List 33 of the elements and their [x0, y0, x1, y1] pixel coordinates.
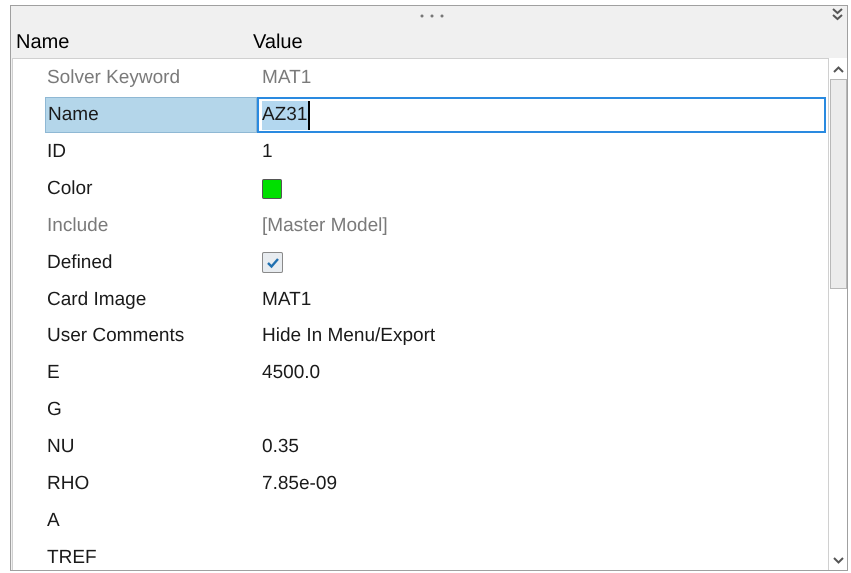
- column-header[interactable]: Value: [253, 27, 303, 57]
- grip-icon[interactable]: [419, 13, 445, 19]
- property-value: 0.35: [261, 435, 299, 460]
- property-value: 1: [261, 140, 273, 164]
- color-swatch[interactable]: [262, 179, 282, 200]
- property-name[interactable]: TREF: [45, 540, 257, 570]
- property-name[interactable]: RHO: [45, 466, 257, 502]
- scrollbar-thumb[interactable]: [830, 79, 846, 289]
- property-value: [Master Model]: [261, 214, 388, 238]
- property-name[interactable]: Defined: [45, 244, 257, 281]
- input-value: AZ31: [262, 101, 310, 130]
- column-header[interactable]: Name: [11, 27, 253, 57]
- defined-checkbox[interactable]: [262, 252, 283, 274]
- property-name[interactable]: NU: [45, 429, 257, 466]
- property-name[interactable]: Card Image: [45, 282, 257, 318]
- property-name[interactable]: Name: [45, 97, 257, 134]
- property-value: 7.85e-09: [261, 472, 338, 496]
- property-name[interactable]: A: [45, 503, 257, 540]
- property-name[interactable]: E: [45, 356, 257, 392]
- name-input-field[interactable]: AZ31: [257, 97, 826, 134]
- property-name[interactable]: Color: [45, 171, 257, 208]
- property-name[interactable]: User Comments: [45, 318, 257, 355]
- double-chevron-down-icon[interactable]: [832, 7, 843, 21]
- property-value: Hide In Menu/Export: [261, 324, 436, 348]
- property-name[interactable]: ID: [45, 134, 257, 170]
- chevron-up-icon[interactable]: [832, 66, 844, 73]
- vertical-scrollbar[interactable]: [828, 58, 847, 570]
- property-value: MAT1: [261, 66, 312, 90]
- property-value: 4500.0: [261, 361, 320, 386]
- property-value: MAT1: [261, 288, 312, 312]
- checkmark-icon: [266, 256, 280, 269]
- property-name[interactable]: G: [45, 392, 257, 428]
- chevron-down-icon[interactable]: [832, 557, 844, 564]
